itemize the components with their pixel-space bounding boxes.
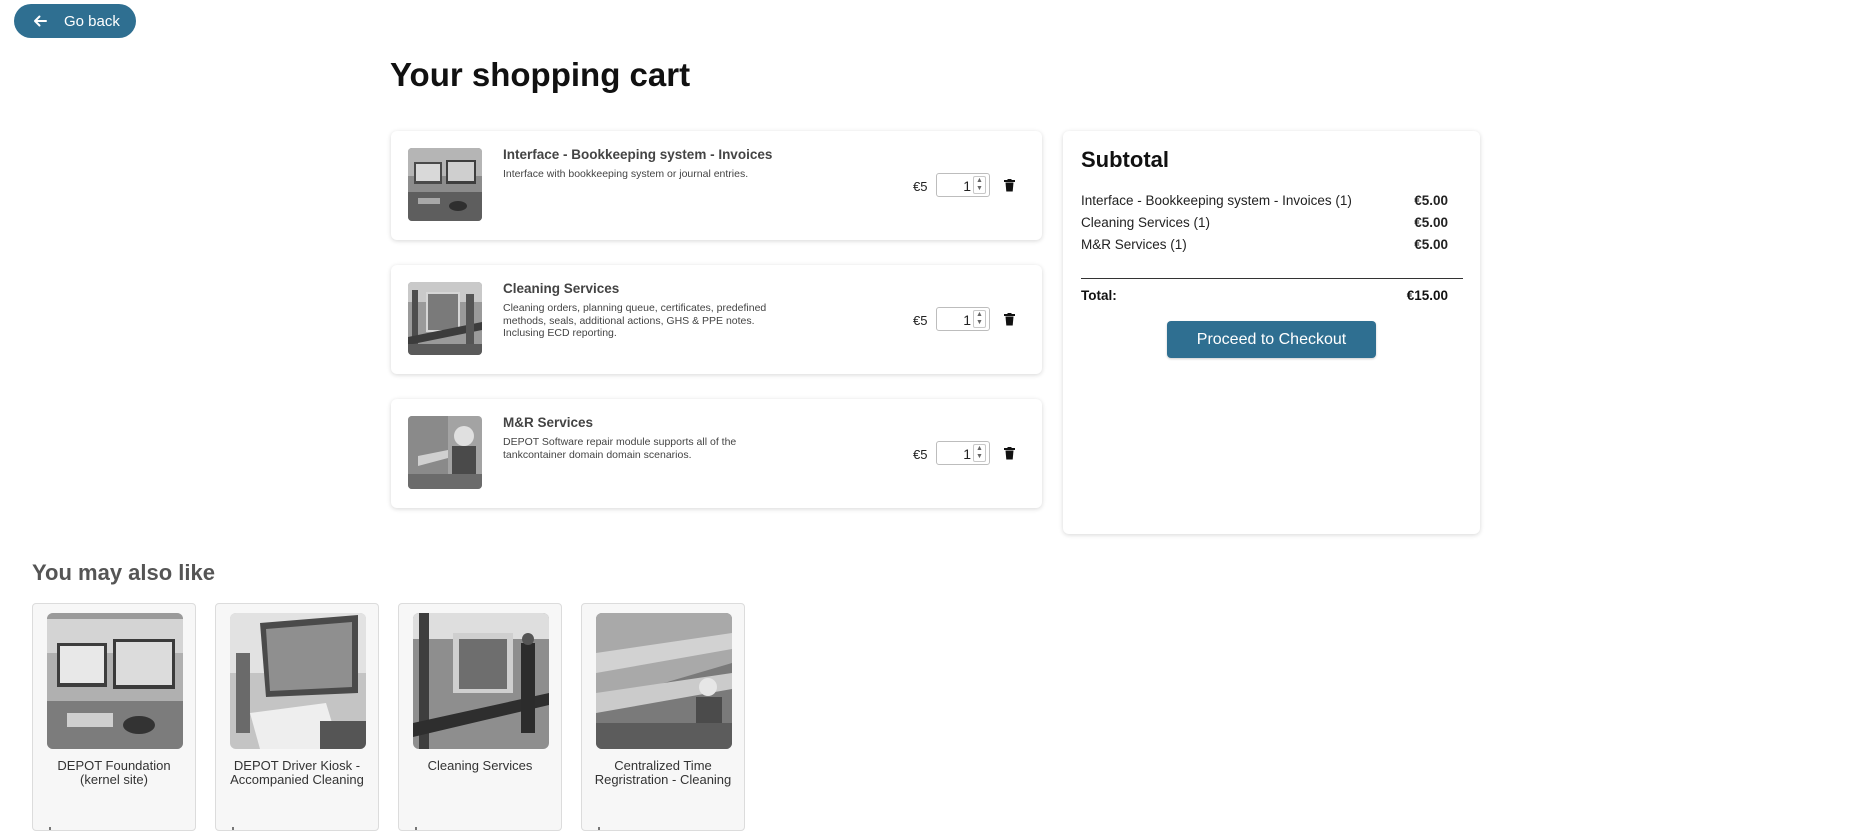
recommendation-card[interactable]: Centralized Time Regristration - Cleanin…: [581, 603, 745, 831]
cart-item-name[interactable]: Cleaning Services: [503, 281, 619, 296]
cart-item: Cleaning Services Cleaning orders, plann…: [391, 265, 1042, 374]
recommendation-image[interactable]: [230, 613, 366, 749]
trash-icon[interactable]: [1004, 313, 1015, 326]
product-thumbnail[interactable]: [408, 148, 482, 221]
cart-item: Interface - Bookkeeping system - Invoice…: [391, 131, 1042, 240]
quantity-value[interactable]: 1: [937, 446, 971, 462]
card-edge-mark: [232, 827, 234, 830]
card-edge-mark: [598, 827, 600, 830]
quantity-stepper[interactable]: 1 ▲ ▼: [936, 173, 990, 197]
spinner-arrows-icon[interactable]: ▲ ▼: [973, 444, 986, 462]
subtotal-title: Subtotal: [1081, 147, 1169, 172]
arrow-left-icon: [32, 13, 48, 29]
subtotal-line-label: Cleaning Services (1): [1081, 215, 1211, 230]
recommendation-image[interactable]: [596, 613, 732, 749]
trash-icon[interactable]: [1004, 179, 1015, 192]
trash-icon[interactable]: [1004, 447, 1015, 460]
recommendation-name[interactable]: DEPOT Foundation (kernel site): [37, 759, 191, 787]
total-amount: €15.00: [1406, 288, 1448, 303]
cart-item-price: €5: [913, 179, 928, 194]
go-back-label: Go back: [64, 12, 120, 30]
product-thumbnail[interactable]: [408, 282, 482, 355]
subtotal-divider: [1081, 278, 1463, 279]
cart-item-description: Cleaning orders, planning queue, certifi…: [503, 302, 767, 339]
card-edge-mark: [49, 827, 51, 830]
quantity-stepper[interactable]: 1 ▲ ▼: [936, 441, 990, 465]
recommendation-card[interactable]: Cleaning Services: [398, 603, 562, 831]
cart-item-description: Interface with bookkeeping system or jou…: [503, 168, 749, 180]
cart-item-description: DEPOT Software repair module supports al…: [503, 436, 737, 461]
quantity-value[interactable]: 1: [937, 178, 971, 194]
spinner-arrows-icon[interactable]: ▲ ▼: [973, 176, 986, 194]
quantity-stepper[interactable]: 1 ▲ ▼: [936, 307, 990, 331]
total-label: Total:: [1081, 288, 1117, 303]
recommendation-card[interactable]: DEPOT Foundation (kernel site): [32, 603, 196, 831]
card-edge-mark: [415, 827, 417, 830]
recommendation-name[interactable]: Cleaning Services: [403, 759, 557, 773]
cart-item: M&R Services DEPOT Software repair modul…: [391, 399, 1042, 508]
cart-item-price: €5: [913, 447, 928, 462]
subtotal-line-amount: €5.00: [1414, 215, 1448, 230]
cart-item-name[interactable]: Interface - Bookkeeping system - Invoice…: [503, 147, 772, 162]
recommendation-name[interactable]: Centralized Time Regristration - Cleanin…: [586, 759, 740, 787]
subtotal-line-label: Interface - Bookkeeping system - Invoice…: [1081, 193, 1352, 208]
cart-item-name[interactable]: M&R Services: [503, 415, 593, 430]
subtotal-line: Interface - Bookkeeping system - Invoice…: [1081, 193, 1448, 213]
recommendation-card[interactable]: DEPOT Driver Kiosk - Accompanied Cleanin…: [215, 603, 379, 831]
page-title: Your shopping cart: [390, 56, 691, 93]
subtotal-line: Cleaning Services (1) €5.00: [1081, 215, 1448, 235]
quantity-value[interactable]: 1: [937, 312, 971, 328]
total-row: Total: €15.00: [1081, 288, 1448, 303]
recommendation-image[interactable]: [413, 613, 549, 749]
subtotal-line-label: M&R Services (1): [1081, 237, 1187, 252]
subtotal-panel: Subtotal Interface - Bookkeeping system …: [1063, 131, 1480, 534]
subtotal-line-amount: €5.00: [1414, 237, 1448, 252]
spinner-arrows-icon[interactable]: ▲ ▼: [973, 310, 986, 328]
recommendations-title: You may also like: [32, 560, 216, 585]
go-back-button[interactable]: Go back: [14, 4, 136, 38]
recommendation-image[interactable]: [47, 613, 183, 749]
subtotal-line: M&R Services (1) €5.00: [1081, 237, 1448, 257]
proceed-to-checkout-button[interactable]: Proceed to Checkout: [1167, 321, 1376, 358]
cart-item-price: €5: [913, 313, 928, 328]
subtotal-line-amount: €5.00: [1414, 193, 1448, 208]
product-thumbnail[interactable]: [408, 416, 482, 489]
recommendation-name[interactable]: DEPOT Driver Kiosk - Accompanied Cleanin…: [220, 759, 374, 787]
